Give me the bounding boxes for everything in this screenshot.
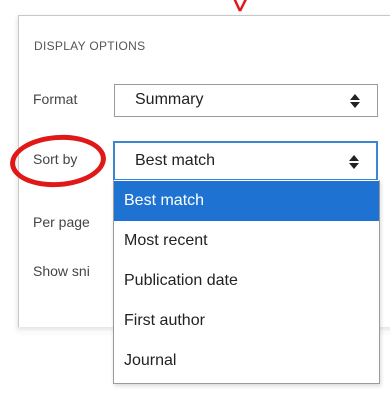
format-select-value: Summary [135,91,204,108]
red-arrow-icon [233,0,247,12]
screenshot-root: DISPLAY OPTIONS Format Summary Sort by B… [0,0,390,395]
updown-chevrons-icon [349,155,359,169]
per-page-label: Per page [33,214,90,230]
updown-chevrons-icon [350,94,360,108]
dropdown-option-first-author[interactable]: First author [114,301,379,341]
dropdown-option-most-recent[interactable]: Most recent [114,221,379,261]
show-snippets-label: Show sni [33,263,90,279]
format-select[interactable]: Summary [114,84,378,117]
sort-by-select[interactable]: Best match [113,141,378,181]
sort-by-dropdown-list: Best match Most recent Publication date … [113,180,380,384]
dropdown-option-journal[interactable]: Journal [114,341,379,381]
sort-by-select-value: Best match [135,152,216,169]
dropdown-option-best-match[interactable]: Best match [114,181,379,221]
section-title: DISPLAY OPTIONS [34,39,146,53]
dropdown-option-publication-date[interactable]: Publication date [114,261,379,301]
format-label: Format [33,91,78,107]
